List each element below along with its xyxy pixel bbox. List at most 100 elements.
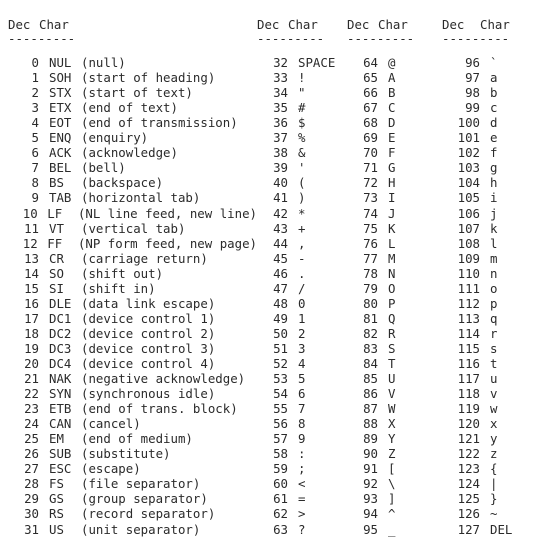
cell-gap <box>39 55 49 70</box>
control-mnemonic: DC3 <box>49 340 72 356</box>
table-cell-lowercase-letters: 102 f <box>442 145 553 160</box>
cell-gap <box>288 130 298 145</box>
table-cell-punctuation-and-digits: 35 # <box>257 100 347 115</box>
decimal-value: 8 <box>31 175 39 191</box>
cell-gap <box>378 251 388 266</box>
character-glyph: e <box>490 130 498 146</box>
character-glyph: ! <box>298 70 306 86</box>
table-cell-uppercase-letters: 67 C <box>347 100 442 115</box>
character-glyph: w <box>490 401 498 417</box>
table-row: 17 DC1 (device control 1) 49 1 81 Q 113 q <box>0 311 553 326</box>
character-glyph: l <box>490 235 498 251</box>
cell-gap <box>39 431 49 446</box>
decimal-value: 35 <box>273 100 288 116</box>
decimal-value: 26 <box>24 446 39 462</box>
decimal-value: 38 <box>273 145 288 161</box>
table-cell-punctuation-and-digits: 41) <box>257 190 347 205</box>
character-glyph: a <box>490 70 498 86</box>
character-glyph: H <box>388 175 396 191</box>
table-cell-control-characters: 25 EM (end of medium) <box>0 431 257 446</box>
table-cell-control-characters: 14 SO (shift out) <box>0 266 257 281</box>
table-cell-uppercase-letters: 65 A <box>347 70 442 85</box>
character-glyph: s <box>490 340 498 356</box>
decimal-value: 22 <box>24 386 39 402</box>
cell-gap <box>378 506 388 521</box>
cell-gap <box>288 281 298 296</box>
character-glyph: ^ <box>388 506 396 522</box>
cell-gap <box>39 221 49 236</box>
table-cell-control-characters: 18 DC2 (device control 2) <box>0 326 257 341</box>
header-group-control-characters: Dec Char <box>0 17 257 32</box>
decimal-value: 119 <box>457 401 480 417</box>
decimal-value: 51 <box>273 340 288 356</box>
table-header-row: Dec Char Dec Char Dec Char Dec Char <box>0 17 553 32</box>
cell-gap <box>480 281 490 296</box>
decimal-value: 83 <box>363 340 378 356</box>
decimal-value: 90 <box>363 446 378 462</box>
decimal-value: 69 <box>363 130 378 146</box>
cell-gap <box>480 221 490 236</box>
character-glyph: Y <box>388 431 396 447</box>
decimal-value: 21 <box>24 371 39 387</box>
character-glyph: V <box>388 386 396 402</box>
decimal-value: 17 <box>24 310 39 326</box>
table-row: 8 BS (backspace) 40 (72 H 104 h <box>0 175 553 190</box>
decimal-value: 37 <box>273 130 288 146</box>
decimal-value: 18 <box>24 325 39 341</box>
decimal-value: 12 <box>22 235 38 251</box>
character-glyph: 5 <box>298 371 306 387</box>
table-cell-uppercase-letters: 80 P <box>347 296 442 311</box>
table-row: 11 VT (vertical tab) 43 +75 K 107 k <box>0 221 553 236</box>
decimal-value: 23 <box>24 401 39 417</box>
character-glyph: * <box>298 205 306 221</box>
table-cell-punctuation-and-digits: 54 6 <box>257 386 347 401</box>
table-cell-control-characters: 8 BS (backspace) <box>0 175 257 190</box>
header-rule: --------- <box>442 31 510 47</box>
cell-gap <box>480 311 490 326</box>
character-glyph: G <box>388 160 396 176</box>
decimal-value: 14 <box>24 265 39 281</box>
cell-gap <box>480 522 490 537</box>
cell-gap <box>378 55 388 70</box>
table-row: 25 EM (end of medium) 57 9 89 Y 121 y <box>0 431 553 446</box>
cell-gap <box>378 236 388 251</box>
table-row: 30 RS (record separator) 62 >94 ^ 126 ~ <box>0 506 553 521</box>
cell-gap <box>378 115 388 130</box>
cell-gap <box>480 296 490 311</box>
control-description: (bell) <box>81 160 126 176</box>
control-description: (null) <box>81 55 126 71</box>
control-description: (acknowledge) <box>81 145 178 161</box>
character-glyph: . <box>298 265 306 281</box>
decimal-value: 57 <box>273 431 288 447</box>
table-row: 23 ETB (end of trans. block) 55 7 87 W 119 w <box>0 401 553 416</box>
table-cell-control-characters: 13 CR (carriage return) <box>0 251 257 266</box>
table-cell-lowercase-letters: 122 z <box>442 446 553 461</box>
control-mnemonic: SI <box>49 280 64 296</box>
table-cell-uppercase-letters: 75 K <box>347 221 442 236</box>
character-glyph: ; <box>298 461 306 477</box>
table-cell-punctuation-and-digits: 58: <box>257 446 347 461</box>
table-cell-punctuation-and-digits: 48 0 <box>257 296 347 311</box>
cell-gap <box>39 296 49 311</box>
table-cell-lowercase-letters: 100 d <box>442 115 553 130</box>
table-cell-punctuation-and-digits: 62 > <box>257 506 347 521</box>
table-cell-control-characters: 24 CAN (cancel) <box>0 416 257 431</box>
character-glyph: = <box>298 491 306 507</box>
character-glyph: 4 <box>298 355 306 371</box>
cell-gap <box>39 401 49 416</box>
table-cell-lowercase-letters: 124 | <box>442 476 553 491</box>
decimal-value: 7 <box>31 160 39 176</box>
cell-gap <box>378 175 388 190</box>
decimal-value: 91 <box>363 461 378 477</box>
cell-gap <box>288 221 298 236</box>
cell-gap <box>480 326 490 341</box>
table-cell-punctuation-and-digits: 51 3 <box>257 341 347 356</box>
cell-gap <box>378 356 388 371</box>
table-cell-punctuation-and-digits: 32 SPACE <box>257 55 347 70</box>
table-cell-lowercase-letters: 107 k <box>442 221 553 236</box>
cell-gap <box>480 506 490 521</box>
character-glyph: $ <box>298 115 306 131</box>
table-cell-uppercase-letters: 71 G <box>347 160 442 175</box>
control-mnemonic: BS <box>49 175 64 191</box>
control-mnemonic: DC2 <box>49 325 72 341</box>
